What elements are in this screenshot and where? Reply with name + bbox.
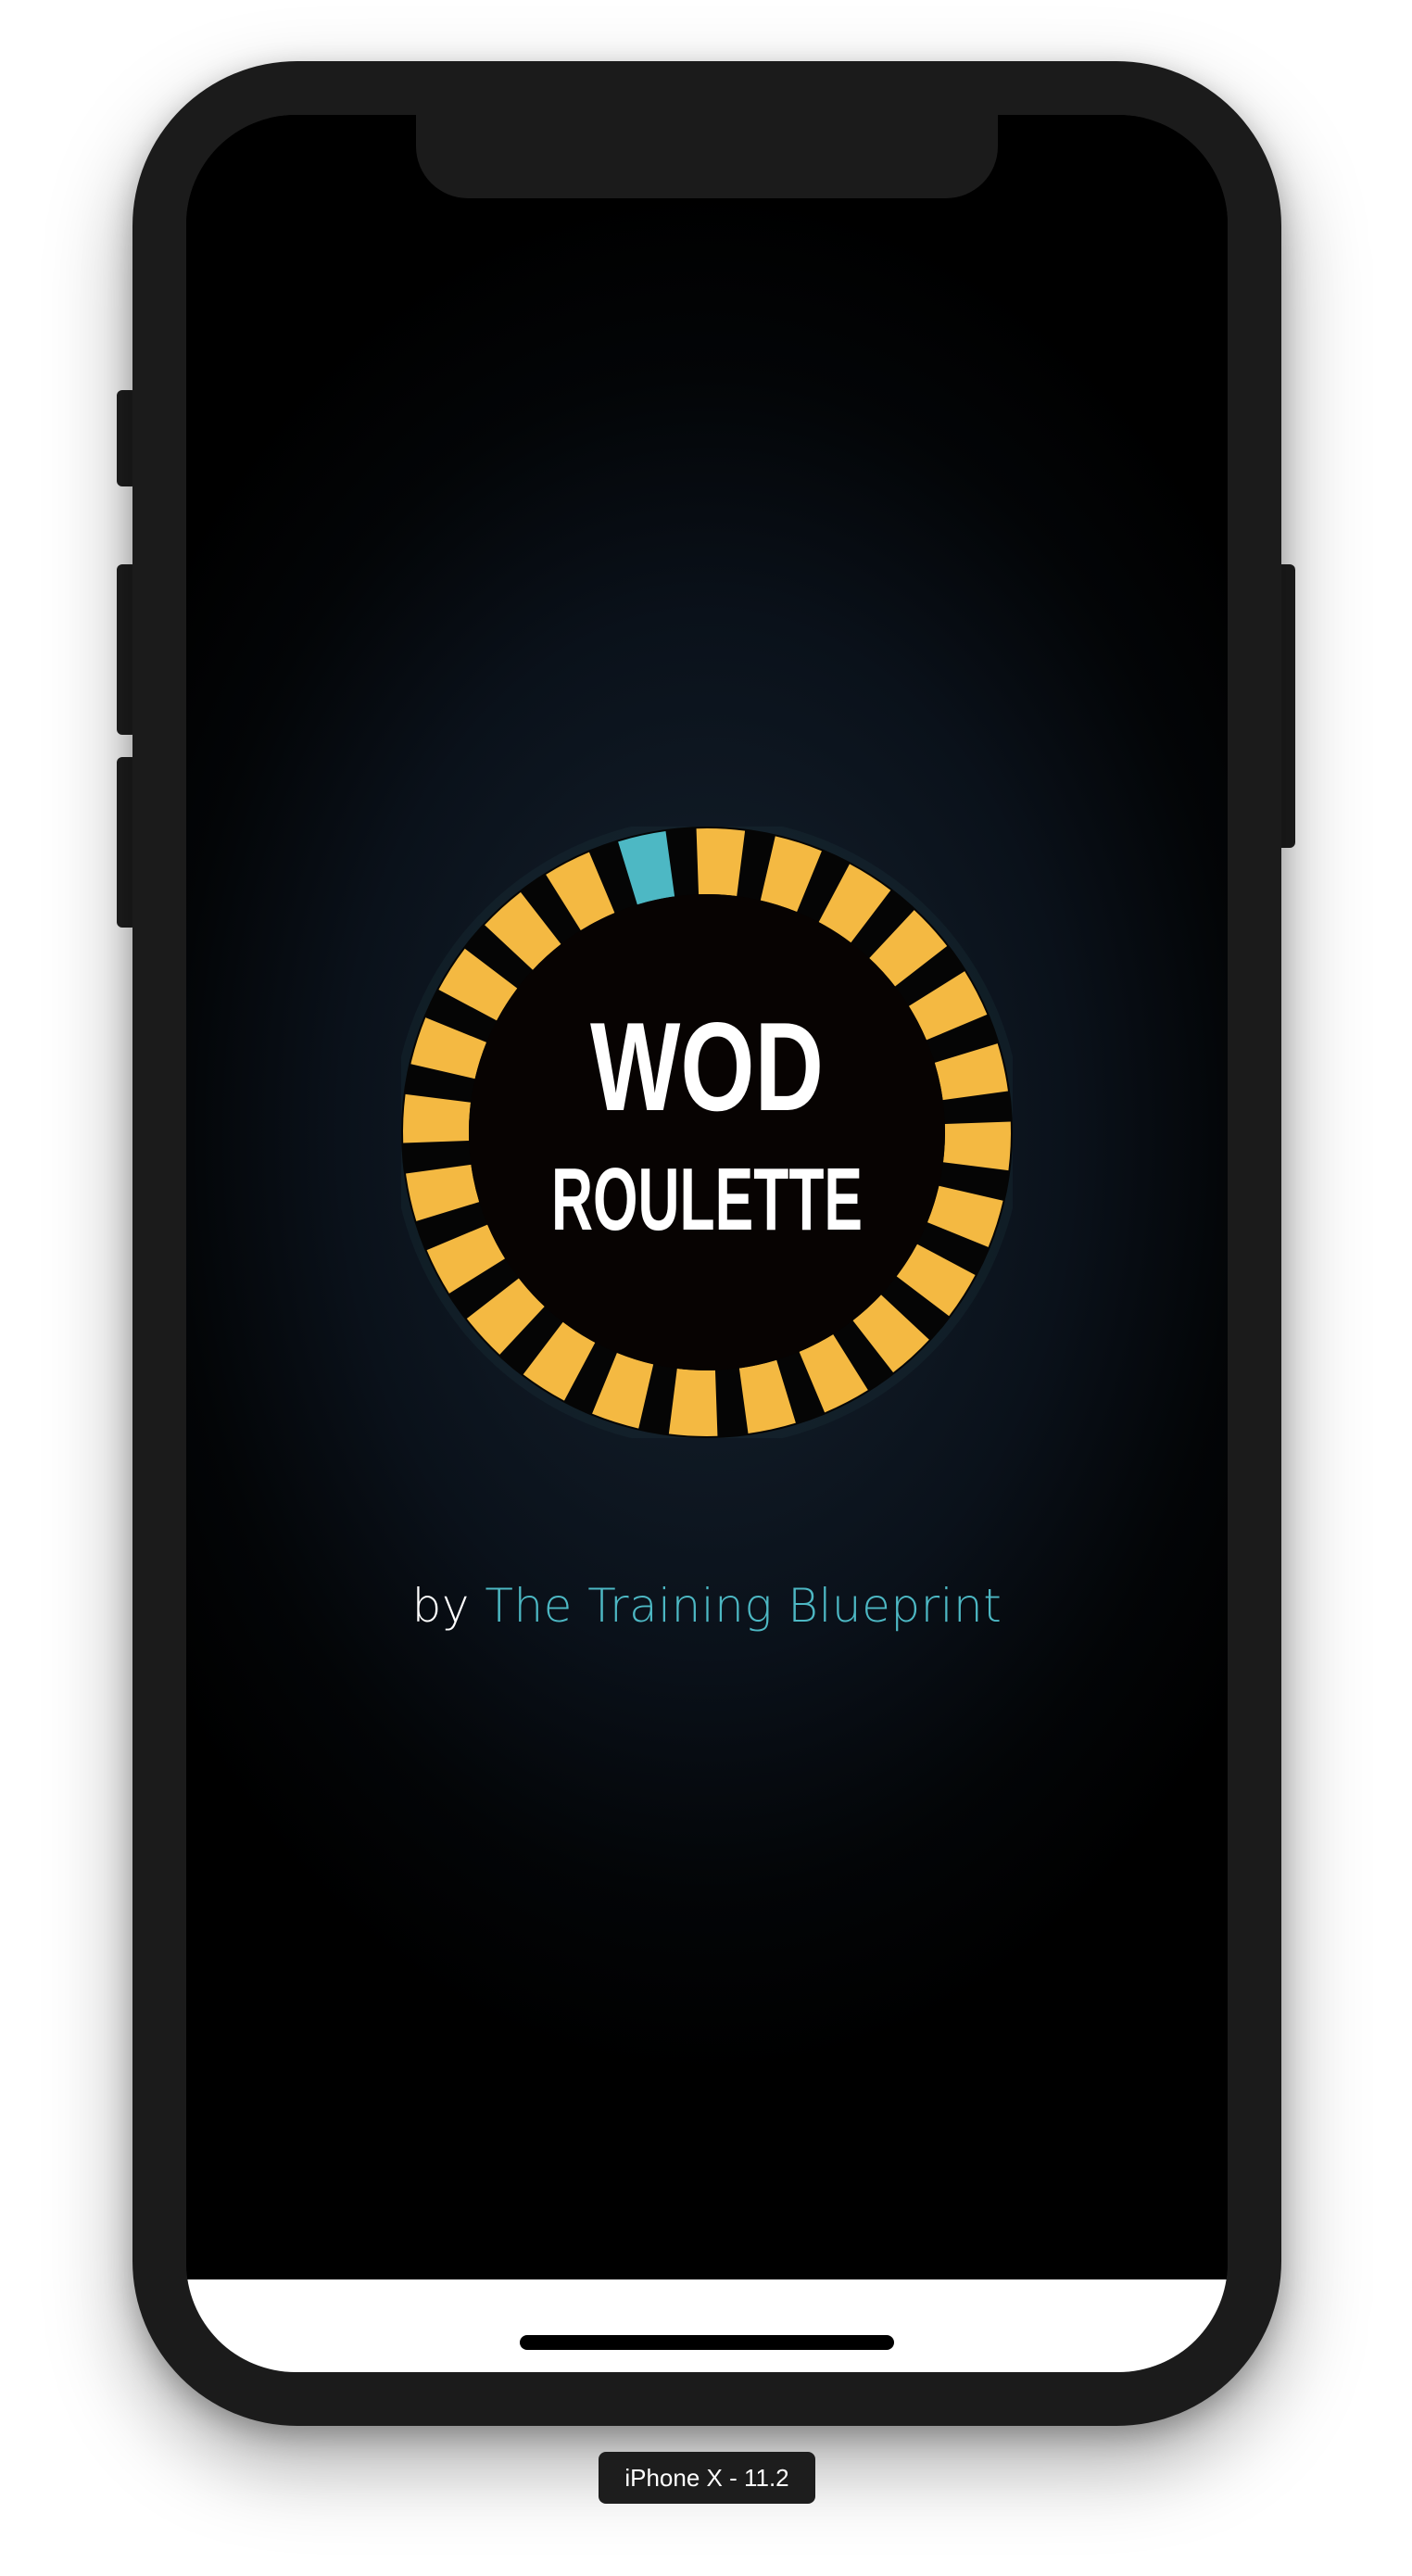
roulette-wheel-logo: WOD ROULETTE <box>401 827 1013 1438</box>
wheel-segment <box>696 828 746 897</box>
app-screen: WOD ROULETTE by The Training Blueprint <box>186 115 1228 2372</box>
app-logo: WOD ROULETTE <box>401 827 1013 1438</box>
splash-screen: WOD ROULETTE by The Training Blueprint <box>186 115 1228 2279</box>
home-indicator[interactable] <box>520 2335 894 2350</box>
byline: by The Training Blueprint <box>186 1579 1228 1633</box>
logo-title-roulette: ROULETTE <box>551 1150 863 1249</box>
simulator-stage: WOD ROULETTE by The Training Blueprint i… <box>0 0 1412 2576</box>
home-indicator-area <box>186 2279 1228 2372</box>
logo-title-wod: WOD <box>590 996 824 1137</box>
wheel-segment <box>403 1093 472 1143</box>
training-blueprint-link[interactable]: The Training Blueprint <box>485 1579 1002 1633</box>
simulator-device-label: iPhone X - 11.2 <box>599 2452 815 2504</box>
sensor-notch <box>416 115 998 198</box>
wheel-segment <box>942 1121 1011 1171</box>
byline-prefix: by <box>411 1579 470 1633</box>
iphone-frame: WOD ROULETTE by The Training Blueprint <box>132 61 1281 2426</box>
wheel-segment <box>668 1368 718 1436</box>
